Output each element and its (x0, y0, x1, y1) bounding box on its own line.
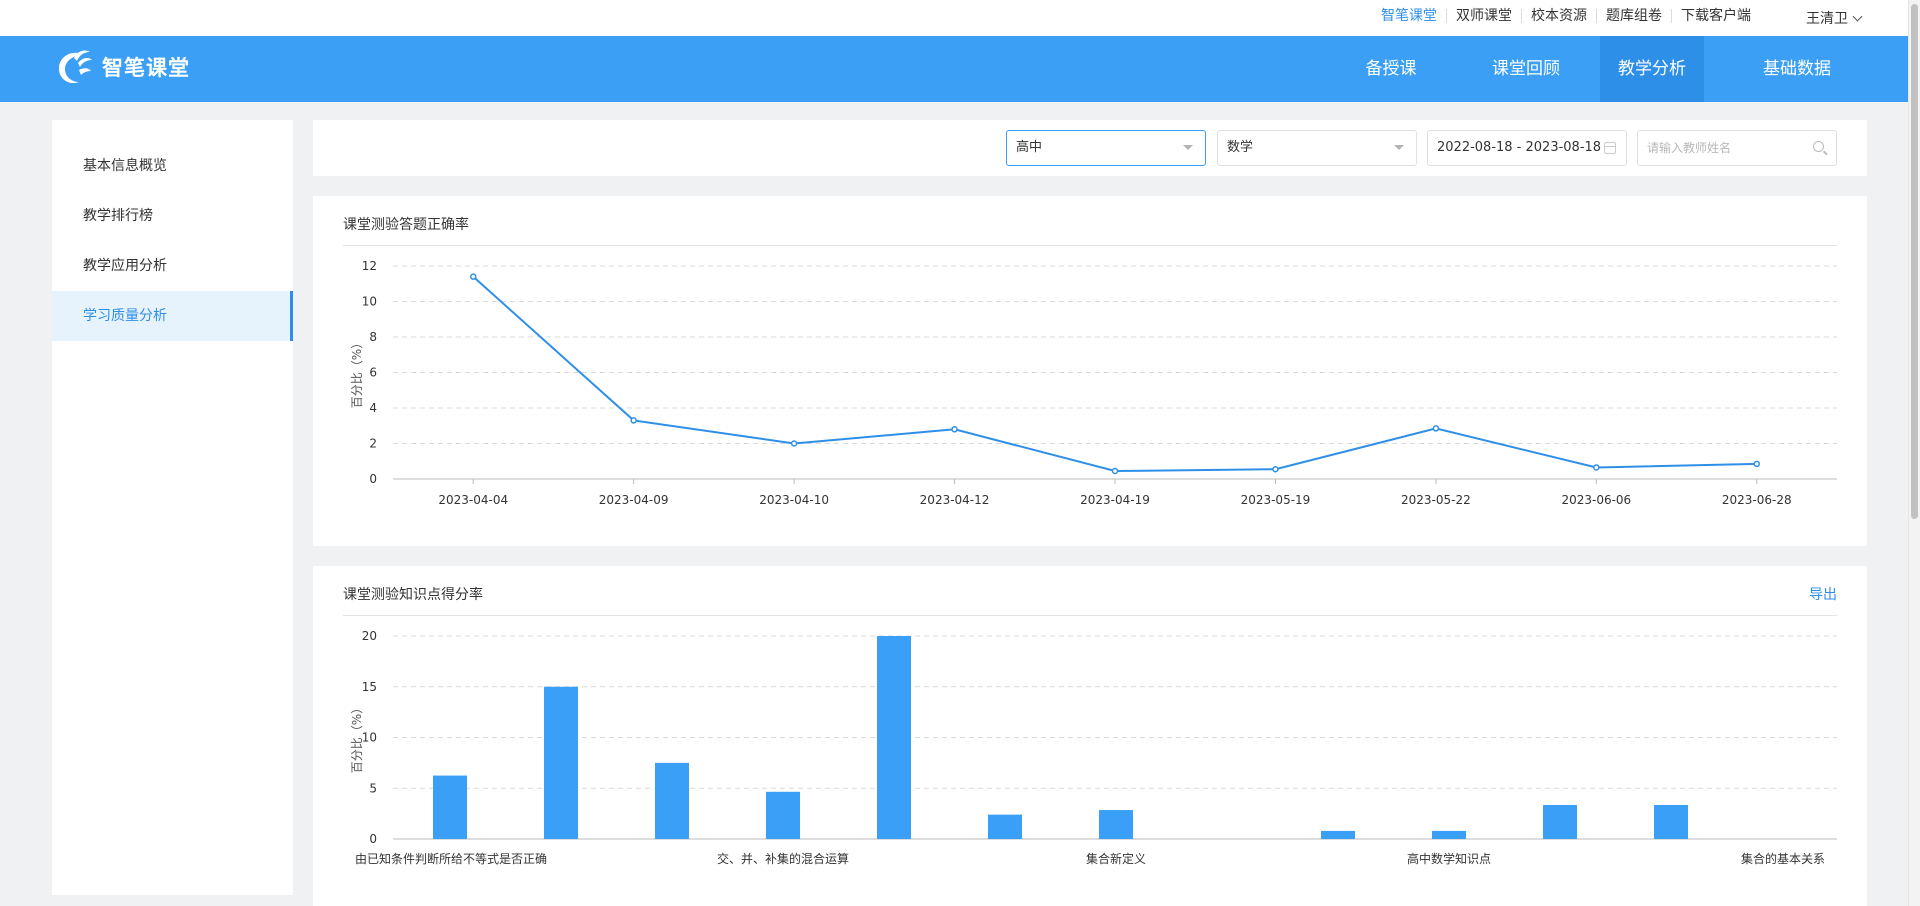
chevron-down-icon (1852, 11, 1863, 21)
y-axis-title: 百分比（%） (350, 337, 364, 408)
data-point (1432, 425, 1440, 432)
y-tick-label: 12 (362, 259, 377, 273)
x-tick-label: 2023-04-12 (920, 493, 990, 507)
x-tick-label: 集合新定义 (1086, 851, 1146, 866)
bar (1432, 830, 1466, 839)
page-scrollbar[interactable] (1908, 0, 1920, 906)
y-tick-label: 2 (369, 437, 377, 451)
data-point (951, 426, 958, 433)
toplink-dual-teacher[interactable]: 双师课堂 (1447, 9, 1522, 23)
data-point (1753, 460, 1761, 468)
logo[interactable]: 智笔课堂 (52, 46, 190, 88)
main-nav: 备授课 课堂回顾 教学分析 基础数据 (1330, 36, 1890, 102)
x-tick-label: 高中数学知识点 (1407, 851, 1491, 866)
bar (877, 636, 911, 839)
bar (544, 686, 578, 839)
brand-logo-icon (58, 50, 92, 84)
series-line (472, 275, 1757, 473)
sidebar-item-learning-quality[interactable]: 学习质量分析 (52, 291, 293, 341)
subject-select[interactable]: 数学 (1217, 130, 1417, 166)
date-range-picker[interactable]: 2022-08-18 - 2023-08-18 (1427, 130, 1627, 166)
bar (1654, 804, 1688, 839)
bar (655, 762, 689, 839)
y-tick-label: 0 (369, 472, 377, 486)
x-tick-label: 由已知条件判断所给不等式是否正确 (355, 851, 547, 866)
stage-select[interactable]: 高中 (1006, 130, 1206, 166)
sidebar: 基本信息概览 教学排行榜 教学应用分析 学习质量分析 (52, 120, 293, 895)
x-tick-label: 2023-04-10 (759, 493, 829, 507)
x-tick-label: 2023-06-28 (1722, 493, 1792, 507)
caret-down-icon (1183, 145, 1193, 150)
toplink-zhibi-classroom[interactable]: 智笔课堂 (1372, 9, 1447, 23)
x-tick-label: 交、并、补集的混合运算 (717, 851, 849, 866)
y-tick-label: 6 (369, 366, 377, 380)
x-tick-label: 2023-04-09 (599, 493, 669, 507)
caret-down-icon (1394, 145, 1404, 150)
x-tick-label: 2023-06-06 (1561, 493, 1631, 507)
sidebar-item-overview[interactable]: 基本信息概览 (52, 141, 293, 191)
toplink-school-resources[interactable]: 校本资源 (1522, 9, 1597, 23)
data-point (469, 273, 477, 280)
data-point (630, 417, 637, 424)
bar (1099, 810, 1133, 839)
accuracy-line-chart: 0 2 4 6 8 10 12 百分比（%） 2023-04-04 2023-04-09 2023-… (350, 259, 1837, 507)
data-point (1272, 465, 1279, 473)
data-point (790, 440, 798, 447)
date-range-value: 2022-08-18 - 2023-08-18 (1437, 140, 1602, 155)
main-header: 智笔课堂 备授课 课堂回顾 教学分析 基础数据 (0, 36, 1908, 102)
x-tick-label: 2023-04-04 (438, 493, 508, 507)
x-tick-label: 集合的基本关系 (1741, 851, 1825, 866)
bar (1543, 804, 1577, 839)
top-links: 智笔课堂 双师课堂 校本资源 题库组卷 下载客户端 (1372, 9, 1760, 23)
calendar-icon (1604, 142, 1616, 154)
nav-class-review[interactable]: 课堂回顾 (1452, 36, 1600, 102)
teacher-search-placeholder: 请输入教师姓名 (1647, 141, 1732, 155)
brand-name: 智笔课堂 (102, 56, 190, 80)
toplink-question-bank[interactable]: 题库组卷 (1597, 9, 1672, 23)
scrollbar-thumb[interactable] (1911, 4, 1918, 519)
nav-lesson-prep[interactable]: 备授课 (1330, 36, 1452, 102)
y-tick-label: 8 (369, 330, 377, 344)
bar (988, 814, 1022, 839)
y-tick-label: 20 (362, 629, 377, 643)
data-point (1593, 464, 1600, 471)
knowledge-bar-chart: 0 5 10 15 20 百分比（%） 由已知条件判断所给不等式是否正确 交、并、补集的混合运… (350, 629, 1837, 866)
teacher-search-input[interactable]: 请输入教师姓名 (1637, 130, 1837, 166)
nav-teaching-analysis[interactable]: 教学分析 (1600, 36, 1704, 102)
user-menu[interactable]: 王清卫 (1806, 8, 1863, 28)
sidebar-item-ranking[interactable]: 教学排行榜 (52, 191, 293, 241)
x-tick-label: 2023-05-22 (1401, 493, 1471, 507)
y-tick-label: 5 (369, 781, 377, 795)
top-bar: 智笔课堂 双师课堂 校本资源 题库组卷 下载客户端 王清卫 (0, 0, 1908, 36)
y-tick-label: 15 (362, 680, 377, 694)
stage-value: 高中 (1016, 140, 1043, 155)
subject-value: 数学 (1227, 140, 1254, 155)
y-axis-title: 百分比（%） (350, 702, 364, 773)
filter-bar: 高中 数学 2022-08-18 - 2023-08-18 请输入教师姓名 (313, 120, 1867, 176)
x-tick-label: 2023-05-19 (1241, 493, 1311, 507)
bar (766, 791, 800, 839)
y-tick-label: 10 (362, 731, 377, 745)
x-tick-label: 2023-04-19 (1080, 493, 1150, 507)
search-icon[interactable] (1813, 141, 1824, 152)
y-tick-label: 0 (369, 832, 377, 846)
bar (433, 775, 467, 839)
data-point (1111, 467, 1119, 475)
nav-base-data[interactable]: 基础数据 (1704, 36, 1890, 102)
knowledge-point-chart-card: 课堂测验知识点得分率 导出 0 5 10 15 20 百分比（%） 由已知条件判断所给不等式… (313, 566, 1867, 906)
toplink-download-client[interactable]: 下载客户端 (1672, 9, 1760, 23)
y-tick-label: 4 (369, 401, 377, 415)
bar (1321, 830, 1355, 839)
sidebar-item-app-analysis[interactable]: 教学应用分析 (52, 241, 293, 291)
accuracy-chart-card: 课堂测验答题正确率 0 2 4 6 8 10 12 百分比（%） 2023-04-04 2023-… (313, 196, 1867, 546)
y-tick-label: 10 (362, 295, 377, 309)
user-name: 王清卫 (1806, 11, 1848, 27)
